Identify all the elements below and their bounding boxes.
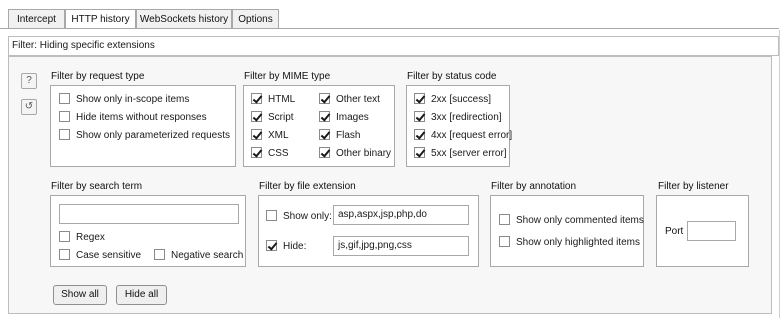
mime-flash-label: Flash — [336, 130, 361, 141]
status-3xx-label: 3xx [redirection] — [431, 112, 502, 123]
checkbox-checked-icon — [414, 147, 425, 158]
mime-script-label: Script — [268, 112, 294, 123]
mime-css-checkbox[interactable]: CSS — [251, 147, 289, 160]
file-extension-title: Filter by file extension — [259, 181, 356, 192]
port-input[interactable] — [687, 221, 736, 241]
in-scope-label: Show only in-scope items — [76, 94, 190, 105]
annotation-group — [490, 195, 644, 267]
mime-images-checkbox[interactable]: Images — [319, 111, 369, 124]
search-term-input[interactable] — [59, 204, 239, 224]
show-only-extensions-input[interactable]: asp,aspx,jsp,php,do — [333, 205, 469, 225]
checkbox-checked-icon — [319, 93, 330, 104]
commented-items-checkbox[interactable]: Show only commented items — [499, 214, 644, 227]
negative-search-checkbox[interactable]: Negative search — [154, 249, 243, 262]
mime-other-text-checkbox[interactable]: Other text — [319, 93, 380, 106]
hide-no-response-checkbox[interactable]: Hide items without responses — [59, 111, 207, 124]
checkbox-checked-icon — [266, 240, 277, 251]
case-sensitive-label: Case sensitive — [76, 250, 142, 261]
mime-other-text-label: Other text — [336, 94, 380, 105]
regex-label: Regex — [76, 232, 105, 243]
mime-html-label: HTML — [268, 94, 296, 105]
request-type-title: Filter by request type — [51, 71, 145, 82]
regex-checkbox[interactable]: Regex — [59, 231, 105, 244]
in-scope-checkbox[interactable]: Show only in-scope items — [59, 93, 189, 106]
show-only-checkbox[interactable]: Show only: — [266, 210, 332, 223]
checkbox-icon — [266, 210, 277, 221]
checkbox-icon — [59, 231, 70, 242]
status-4xx-checkbox[interactable]: 4xx [request error] — [414, 129, 512, 142]
scrollbar-edge — [779, 30, 780, 318]
mime-xml-label: XML — [268, 130, 289, 141]
listener-title: Filter by listener — [658, 181, 729, 192]
annotation-title: Filter by annotation — [491, 181, 577, 192]
mime-images-label: Images — [336, 112, 369, 123]
search-term-title: Filter by search term — [51, 181, 143, 192]
status-5xx-label: 5xx [server error] — [431, 148, 507, 159]
checkbox-checked-icon — [319, 147, 330, 158]
mime-css-label: CSS — [268, 148, 289, 159]
mime-script-checkbox[interactable]: Script — [251, 111, 294, 124]
checkbox-checked-icon — [414, 93, 425, 104]
checkbox-checked-icon — [251, 129, 262, 140]
checkbox-checked-icon — [414, 129, 425, 140]
checkbox-icon — [59, 129, 70, 140]
checkbox-checked-icon — [414, 111, 425, 122]
checkbox-icon — [59, 111, 70, 122]
checkbox-icon — [59, 249, 70, 260]
checkbox-icon — [154, 249, 165, 260]
status-2xx-checkbox[interactable]: 2xx [success] — [414, 93, 491, 106]
checkbox-icon — [499, 236, 510, 247]
parameterized-label: Show only parameterized requests — [76, 130, 230, 141]
mime-flash-checkbox[interactable]: Flash — [319, 129, 360, 142]
status-4xx-label: 4xx [request error] — [431, 130, 513, 141]
commented-items-label: Show only commented items — [516, 215, 644, 226]
mime-xml-checkbox[interactable]: XML — [251, 129, 289, 142]
checkbox-checked-icon — [319, 111, 330, 122]
tab-http-history[interactable]: HTTP history — [65, 9, 136, 29]
mime-html-checkbox[interactable]: HTML — [251, 93, 295, 106]
status-5xx-checkbox[interactable]: 5xx [server error] — [414, 147, 507, 160]
tab-websockets-history[interactable]: WebSockets history — [136, 9, 232, 29]
mime-type-title: Filter by MIME type — [244, 71, 331, 82]
status-2xx-label: 2xx [success] — [431, 94, 492, 105]
status-code-title: Filter by status code — [407, 71, 497, 82]
checkbox-icon — [59, 93, 70, 104]
checkbox-checked-icon — [319, 129, 330, 140]
highlighted-items-label: Show only highlighted items — [516, 237, 640, 248]
mime-other-binary-checkbox[interactable]: Other binary — [319, 147, 391, 160]
hide-no-response-label: Hide items without responses — [76, 112, 207, 123]
help-icon[interactable]: ? — [21, 73, 37, 89]
parameterized-checkbox[interactable]: Show only parameterized requests — [59, 129, 230, 142]
hide-label: Hide: — [283, 241, 307, 252]
show-all-button[interactable]: Show all — [53, 285, 107, 305]
restore-defaults-icon[interactable]: ↺ — [21, 99, 37, 115]
show-only-label: Show only: — [283, 211, 332, 222]
checkbox-checked-icon — [251, 147, 262, 158]
negative-search-label: Negative search — [171, 250, 244, 261]
hide-all-button[interactable]: Hide all — [116, 285, 167, 305]
tab-options[interactable]: Options — [232, 9, 279, 29]
port-label: Port — [665, 226, 684, 237]
hide-extensions-input[interactable]: js,gif,jpg,png,css — [333, 236, 469, 256]
status-3xx-checkbox[interactable]: 3xx [redirection] — [414, 111, 502, 124]
checkbox-checked-icon — [251, 93, 262, 104]
mime-other-binary-label: Other binary — [336, 148, 392, 159]
hide-extensions-checkbox[interactable]: Hide: — [266, 240, 306, 253]
case-sensitive-checkbox[interactable]: Case sensitive — [59, 249, 141, 262]
checkbox-checked-icon — [251, 111, 262, 122]
filter-bar[interactable]: Filter: Hiding specific extensions — [8, 36, 779, 56]
highlighted-items-checkbox[interactable]: Show only highlighted items — [499, 236, 640, 249]
checkbox-icon — [499, 214, 510, 225]
tab-intercept[interactable]: Intercept — [8, 9, 65, 29]
tab-divider — [0, 28, 779, 29]
